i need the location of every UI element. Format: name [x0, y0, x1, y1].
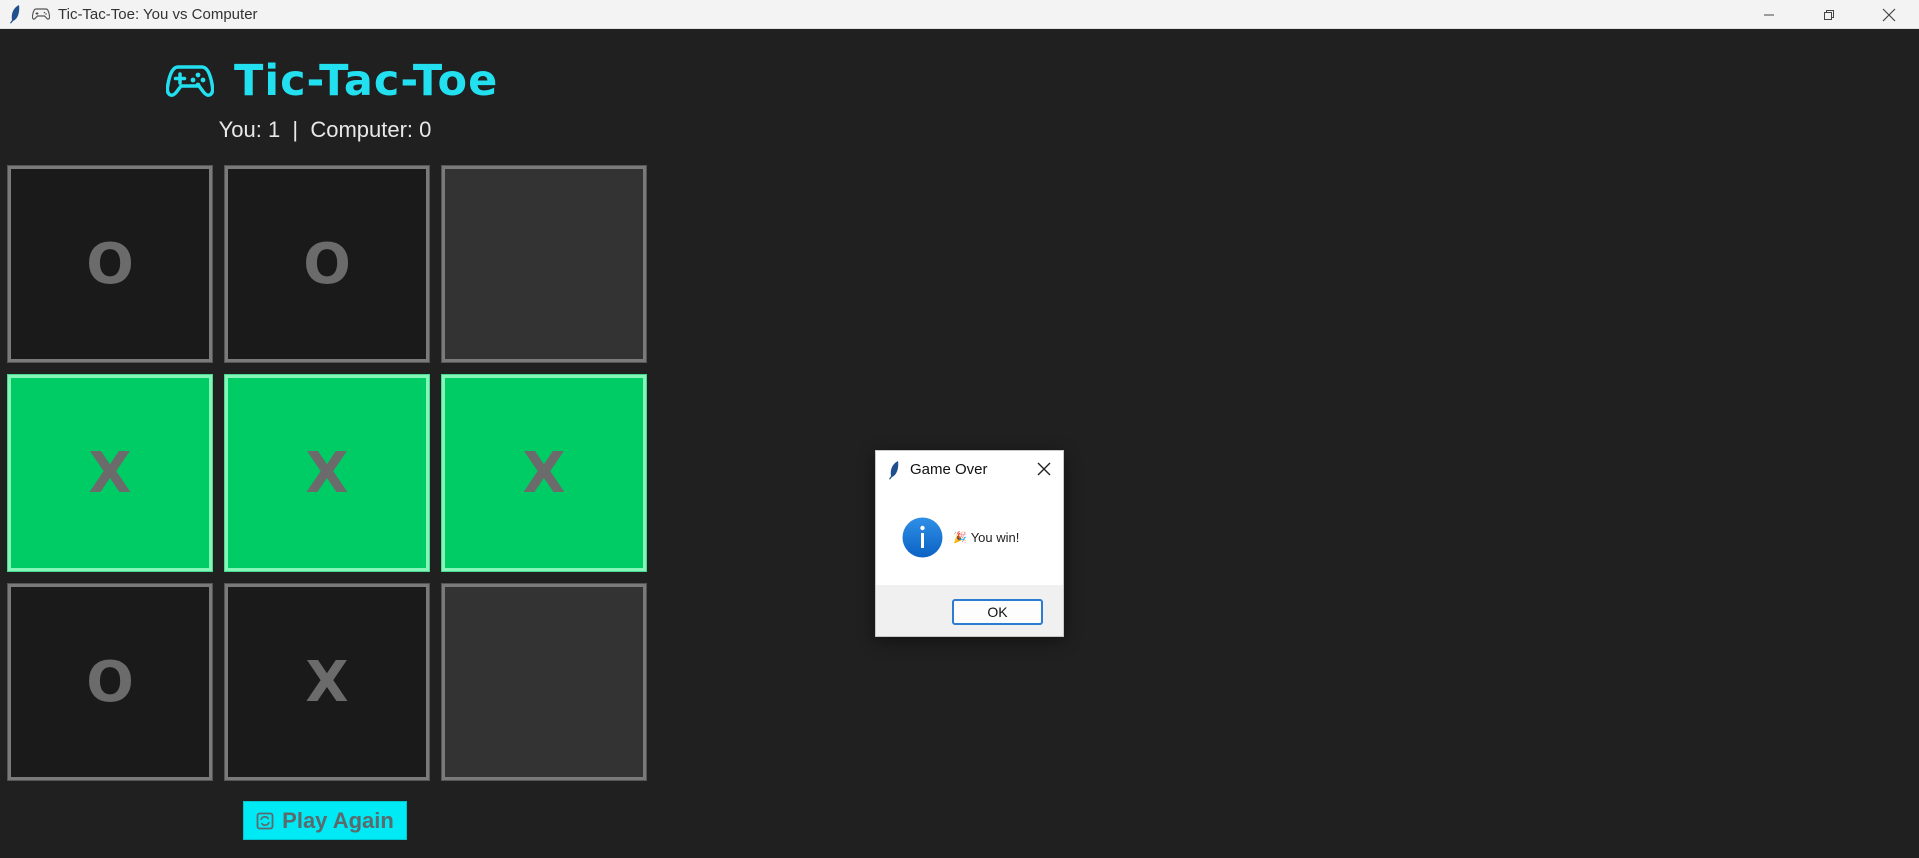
party-popper-icon: 🎉 [953, 532, 967, 544]
board-cell-1[interactable]: O [224, 165, 430, 363]
feather-icon [4, 3, 26, 25]
window-title: Tic-Tac-Toe: You vs Computer [58, 5, 258, 23]
window-titlebar: Tic-Tac-Toe: You vs Computer [0, 0, 1919, 29]
board-cell-8[interactable] [441, 583, 647, 781]
board-cell-3[interactable]: X [7, 374, 213, 572]
replay-icon [256, 812, 274, 829]
restore-button[interactable] [1799, 0, 1859, 29]
window-controls [1739, 0, 1919, 29]
close-icon[interactable] [1035, 460, 1053, 478]
close-button[interactable] [1859, 0, 1919, 29]
dialog-body: 🎉 You win! [876, 488, 1063, 587]
info-icon [902, 517, 943, 558]
play-again-button[interactable]: Play Again [243, 801, 407, 840]
minimize-icon [1764, 14, 1774, 15]
board-cell-2[interactable] [441, 165, 647, 363]
header: Tic-Tac-Toe [166, 51, 498, 111]
minimize-button[interactable] [1739, 0, 1799, 29]
gamepad-icon [32, 4, 52, 24]
play-again-label: Play Again [282, 807, 394, 833]
board-cell-4[interactable]: X [224, 374, 430, 572]
board-cell-5[interactable]: X [441, 374, 647, 572]
game-title: Tic-Tac-Toe [234, 56, 499, 106]
dialog-message-text: You win! [970, 530, 1020, 545]
game-over-dialog: Game Over 🎉 You win! OK [875, 450, 1064, 637]
restore-icon [1824, 9, 1834, 20]
feather-icon [889, 460, 899, 479]
close-icon [1882, 8, 1896, 21]
dialog-message: 🎉 You win! [953, 530, 1019, 545]
dialog-footer: OK [876, 585, 1063, 636]
board-cell-0[interactable]: O [7, 165, 213, 363]
game-window: Tic-Tac-Toe You: 1 | Computer: 0 O O X X… [0, 29, 1919, 858]
board-cell-7[interactable]: X [224, 583, 430, 781]
gamepad-icon [166, 65, 214, 97]
score-label: You: 1 | Computer: 0 [218, 117, 432, 142]
ok-button[interactable]: OK [952, 599, 1043, 625]
dialog-title: Game Over [910, 461, 988, 478]
board-cell-6[interactable]: O [7, 583, 213, 781]
